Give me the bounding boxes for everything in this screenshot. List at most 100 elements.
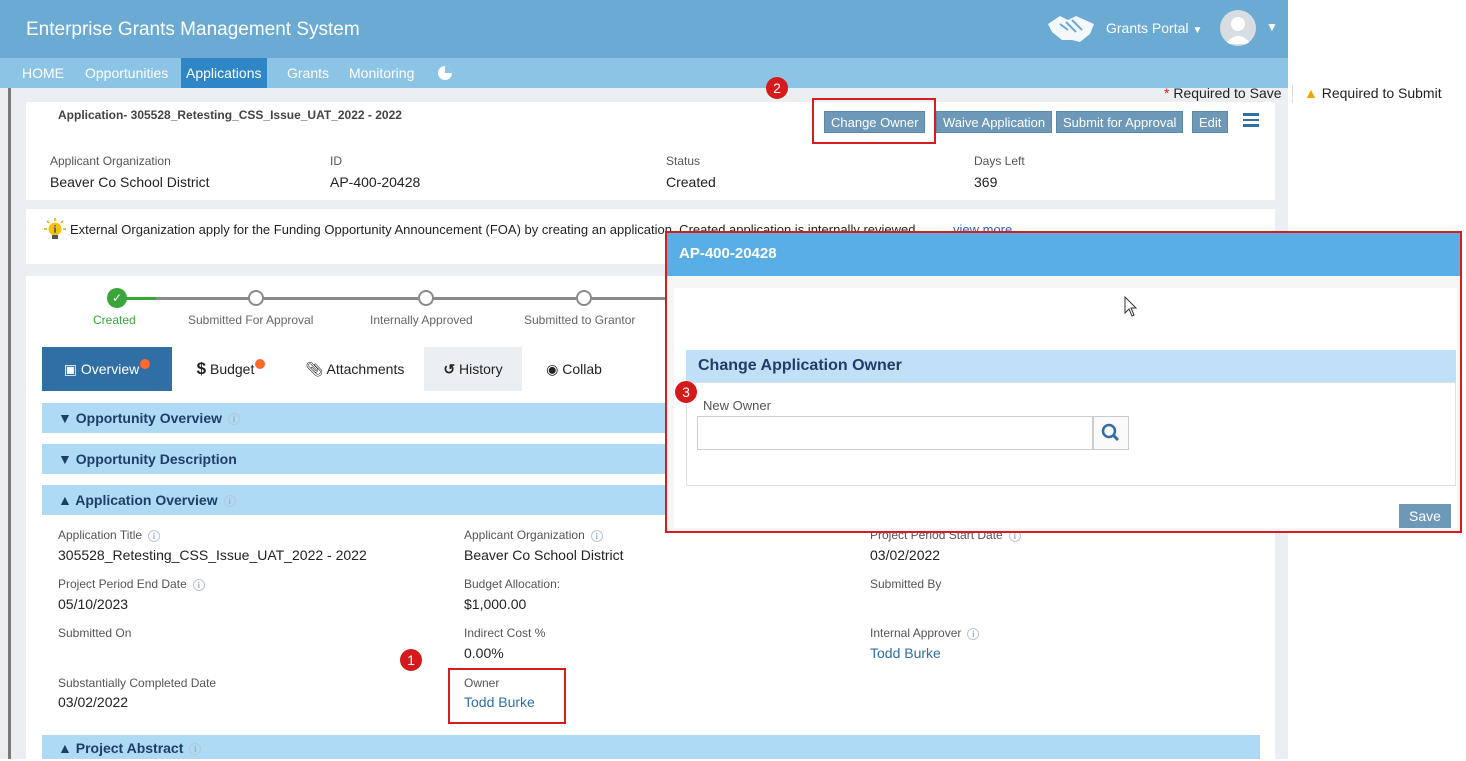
caret-down-icon: ▼ [58, 451, 72, 467]
warning-icon: ▲ [1304, 85, 1318, 101]
document-icon: ▣ [63, 361, 77, 377]
pie-chart-icon[interactable] [437, 65, 453, 81]
nav-opportunities[interactable]: Opportunities [80, 58, 173, 88]
progress-line [156, 297, 250, 300]
tab-overview-label: Overview [80, 361, 140, 377]
section-title: Application Overview [75, 492, 218, 508]
meta-value-id: AP-400-20428 [330, 174, 421, 190]
user-avatar-icon[interactable] [1220, 10, 1256, 46]
step-marker-3: 3 [675, 381, 697, 403]
step-label-created: Created [93, 313, 136, 327]
meta-label-id: ID [330, 154, 342, 168]
tab-attachments-label: Attachments [326, 361, 405, 377]
field-label-submitted-by: Submitted By [870, 577, 942, 591]
required-to-submit-legend: ▲ Required to Submit [1304, 85, 1442, 101]
highlight-owner [448, 668, 566, 724]
field-value-application-title: 305528_Retesting_CSS_Issue_UAT_2022 - 20… [58, 547, 367, 563]
meta-label-days-left: Days Left [974, 154, 1025, 168]
info-icon[interactable]: i [228, 413, 240, 426]
new-owner-label: New Owner [703, 398, 771, 413]
meta-label-status: Status [666, 154, 701, 168]
section-title: Project Abstract [75, 740, 184, 756]
handshake-icon [1048, 16, 1094, 42]
step-label-submitted-for-approval: Submitted For Approval [188, 313, 314, 327]
step-label-internally-approved: Internally Approved [370, 313, 473, 327]
tab-overview[interactable]: ▣ Overview [42, 347, 172, 391]
waive-application-button[interactable]: Waive Application [936, 111, 1053, 133]
grants-portal-menu[interactable]: Grants Portal ▼ [1106, 20, 1202, 36]
tab-collab-label: Collab [562, 361, 602, 377]
dollar-icon: $ [196, 359, 207, 378]
nav-grants[interactable]: Grants [282, 58, 334, 88]
step-complete-check-icon: ✓ [107, 288, 127, 308]
caret-up-icon: ▲ [58, 492, 72, 508]
info-icon[interactable]: i [590, 529, 603, 542]
application-heading: Application- 305528_Retesting_CSS_Issue_… [58, 108, 402, 122]
step-circle-icon [418, 290, 434, 306]
legend-divider [1292, 85, 1293, 103]
field-value-project-start: 03/02/2022 [870, 547, 941, 563]
section-title: Opportunity Overview [75, 410, 222, 426]
internal-approver-link[interactable]: Todd Burke [870, 645, 941, 661]
field-value-indirect-cost: 0.00% [464, 645, 504, 661]
info-icon[interactable]: i [223, 495, 236, 508]
lightbulb-icon: i [44, 218, 66, 239]
hamburger-menu-icon[interactable] [1243, 113, 1259, 127]
history-icon: ↺ [443, 361, 456, 377]
field-label-application-title: Application Title i [58, 528, 161, 542]
owner-search-button[interactable] [1093, 416, 1129, 450]
nav-home[interactable]: HOME [17, 58, 69, 88]
person-icon [1225, 17, 1251, 44]
dialog-title: AP-400-20428 [667, 233, 1460, 276]
highlight-change-owner [812, 98, 936, 144]
step-circle-icon [248, 290, 264, 306]
info-icon[interactable]: i [192, 578, 205, 591]
section-project-abstract[interactable]: ▲ Project Abstract i [42, 735, 1260, 759]
notification-dot [255, 359, 266, 369]
progress-line [264, 297, 418, 300]
field-label-substantially-completed: Substantially Completed Date [58, 676, 217, 690]
top-bar: Enterprise Grants Management System Gran… [0, 0, 1288, 58]
tab-budget[interactable]: $ Budget [174, 347, 288, 391]
meta-value-days-left: 369 [974, 174, 998, 190]
tab-attachments[interactable]: 📎︎ Attachments [288, 347, 422, 391]
caret-up-icon: ▲ [58, 740, 72, 756]
progress-line [592, 297, 665, 300]
step-marker-1: 1 [400, 649, 422, 671]
search-icon [1101, 423, 1120, 442]
field-label-submitted-on: Submitted On [58, 626, 132, 640]
field-value-budget-allocation: $1,000.00 [464, 596, 527, 612]
nav-monitoring[interactable]: Monitoring [344, 58, 419, 88]
field-value-substantially-completed: 03/02/2022 [58, 694, 129, 710]
tab-history[interactable]: ↺ History [424, 347, 522, 391]
submit-for-approval-button[interactable]: Submit for Approval [1056, 111, 1184, 133]
chevron-down-icon[interactable]: ▼ [1266, 20, 1278, 34]
portal-label: Grants Portal [1106, 20, 1189, 36]
save-button[interactable]: Save [1399, 504, 1451, 528]
field-label-project-end: Project Period End Date i [58, 577, 205, 591]
field-label-applicant-organization: Applicant Organization i [464, 528, 603, 542]
mouse-pointer-icon [1124, 296, 1138, 317]
field-label-indirect-cost: Indirect Cost % [464, 626, 546, 640]
meta-value-status: Created [666, 174, 716, 190]
field-value-applicant-organization: Beaver Co School District [464, 547, 624, 563]
meta-value-organization: Beaver Co School District [50, 174, 210, 190]
info-icon[interactable]: i [148, 529, 161, 542]
tab-history-label: History [459, 361, 503, 377]
chevron-down-icon: ▼ [1192, 25, 1203, 36]
asterisk-icon: * [1164, 85, 1170, 101]
main-nav: HOME Opportunities Applications Grants M… [0, 58, 1288, 88]
info-icon[interactable]: i [967, 627, 980, 640]
edit-button[interactable]: Edit [1192, 111, 1229, 133]
chat-bubbles-icon: ◉ [546, 361, 559, 377]
info-icon[interactable]: i [189, 743, 202, 756]
left-divider [8, 88, 11, 759]
progress-line [434, 297, 576, 300]
caret-down-icon: ▼ [58, 410, 72, 426]
tab-collab[interactable]: ◉ Collab [524, 347, 624, 391]
meta-label-organization: Applicant Organization [50, 154, 171, 168]
paperclip-icon: 📎︎ [305, 361, 324, 377]
field-label-internal-approver: Internal Approver i [870, 626, 980, 640]
new-owner-input[interactable] [697, 416, 1093, 450]
nav-applications[interactable]: Applications [181, 58, 267, 88]
